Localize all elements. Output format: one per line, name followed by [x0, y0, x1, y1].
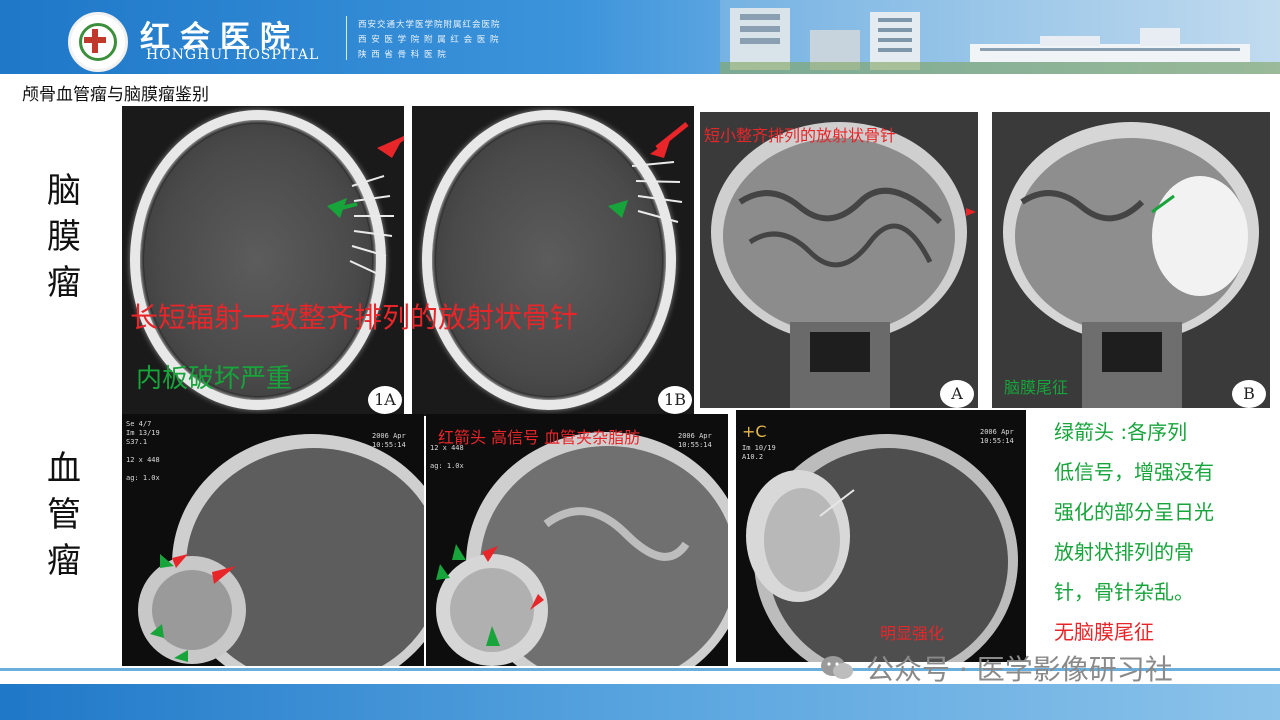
- footer-bar: [0, 684, 1280, 720]
- mri-a-caption: 短小整齐排列的放射状骨针: [704, 126, 897, 145]
- sunburst-spicules: [608, 122, 689, 223]
- description-line: 强化的部分呈日光: [1054, 500, 1214, 524]
- dicom-overlay: Se 4/7 Im 13/19 S37.1 12 x 448 ag: 1.0x: [126, 420, 160, 482]
- hemangioma-mri-contrast: +C Im 10/19 A10.2 2006 Apr 10:55:14 明显强化: [736, 410, 1026, 662]
- image-label: B: [1232, 380, 1266, 408]
- hospital-logo: [68, 12, 128, 72]
- hem3-caption: 明显强化: [880, 624, 945, 643]
- image-label: 1B: [658, 386, 692, 414]
- side-label-hemangioma: 血管瘤: [44, 446, 84, 584]
- contrast-tag: +C: [742, 422, 767, 441]
- description-block: 绿箭头 :各序列 低信号，增强没有 强化的部分呈日光 放射状排列的骨 针，骨针杂…: [1054, 412, 1264, 652]
- wechat-watermark: 公众号 · 医学影像研习社: [820, 648, 1173, 688]
- dicom-overlay-right: 2006 Apr 10:55:14: [678, 432, 712, 449]
- side-label-text: 脑膜瘤: [47, 171, 81, 303]
- wechat-icon: [821, 656, 853, 679]
- ct-image-1b: 1B: [412, 106, 694, 416]
- header-banner: 红会医院 HONGHUI HOSPITAL 西安交通大学医学院附属红会医院 西 …: [0, 0, 1280, 74]
- header-divider: [346, 16, 347, 60]
- hemangioma-mri-t2: 红箭头 高信号 血管夹杂脂肪 12 x 448 ag: 1.0x 2006 Ap…: [426, 414, 728, 666]
- description-line: 放射状排列的骨: [1054, 540, 1194, 564]
- dicom-overlay: Im 10/19 A10.2: [742, 444, 776, 461]
- dicom-overlay-right: 2006 Apr 10:55:14: [372, 432, 406, 449]
- hem2-caption: 红箭头 高信号 血管夹杂脂肪: [438, 428, 641, 447]
- hospital-buildings-photo: [720, 0, 1280, 74]
- page-title: 颅骨血管瘤与脑膜瘤鉴别: [22, 85, 209, 105]
- description-line: 针，骨针杂乱。: [1054, 580, 1194, 604]
- dicom-overlay: 12 x 448 ag: 1.0x: [430, 444, 464, 470]
- radial-spicules-caption: 长短辐射一致整齐排列的放射状骨针: [130, 301, 579, 334]
- affiliation-line: 西 安 医 学 院 附 属 红 会 医 院: [358, 35, 500, 45]
- no-dural-tail-text: 无脑膜尾征: [1054, 620, 1154, 644]
- hospital-name-en: HONGHUI HOSPITAL: [146, 47, 320, 63]
- dicom-overlay-right: 2006 Apr 10:55:14: [980, 428, 1014, 445]
- image-label: A: [940, 380, 974, 408]
- affiliation-line: 陕 西 省 骨 科 医 院: [358, 50, 447, 60]
- description-line: 低信号，增强没有: [1054, 460, 1214, 484]
- affiliation-line: 西安交通大学医学院附属红会医院: [358, 20, 501, 30]
- side-label-meningioma: 脑膜瘤: [44, 168, 84, 306]
- mri-coronal-b: 脑膜尾征 B: [992, 112, 1270, 408]
- image-label: 1A: [368, 386, 402, 414]
- watermark-text: 公众号 · 医学影像研习社: [866, 653, 1173, 686]
- mri-b-caption: 脑膜尾征: [1004, 378, 1069, 397]
- description-line: 绿箭头 :各序列: [1054, 420, 1188, 444]
- hemangioma-mri-t1: Se 4/7 Im 13/19 S37.1 12 x 448 ag: 1.0x 20…: [122, 414, 424, 666]
- inner-table-caption: 内板破坏严重: [136, 364, 293, 394]
- mri-coronal-a: 短小整齐排列的放射状骨针 A: [700, 112, 978, 408]
- side-label-text: 血管瘤: [47, 449, 81, 581]
